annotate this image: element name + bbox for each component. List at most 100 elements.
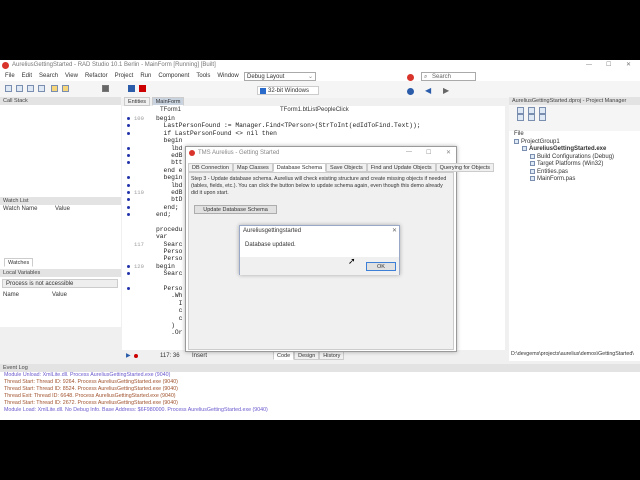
menu-refactor[interactable]: Refactor: [85, 73, 108, 79]
search-input[interactable]: ⌕ Search: [421, 72, 476, 81]
view-tab-history[interactable]: History: [319, 351, 345, 360]
maximize-button[interactable]: ☐: [606, 60, 611, 71]
menu-file[interactable]: File: [5, 73, 15, 79]
breakpoint-dot-icon[interactable]: [127, 146, 130, 150]
tab-entities[interactable]: Entities: [124, 97, 151, 106]
back-arrow-icon[interactable]: ◀: [425, 86, 431, 95]
close-button[interactable]: ✕: [392, 227, 397, 234]
record-macro-icon[interactable]: [134, 354, 138, 358]
code-text: LastPersonFound := Manager.Find<TPerson>…: [156, 122, 421, 130]
save-all-icon[interactable]: [38, 85, 45, 92]
breakpoint-dot-icon[interactable]: [127, 190, 130, 194]
breakpoint-dot-icon[interactable]: [127, 131, 130, 135]
line-number: 110: [134, 188, 144, 196]
tree-item[interactable]: Entities.pas: [509, 168, 640, 177]
step-description: Step 3 - Update database schema. Aureliu…: [191, 176, 447, 196]
code-text: I: [156, 299, 183, 307]
close-button[interactable]: ✕: [626, 60, 631, 71]
code-text: Perso: [156, 255, 183, 263]
view-tab-code[interactable]: Code: [273, 351, 295, 360]
view-tabs: Code Design History: [273, 351, 345, 361]
breakpoint-dot-icon[interactable]: [127, 264, 130, 268]
message-box-title: Aureliusgettingstarted: [243, 228, 302, 234]
refresh-icon[interactable]: [517, 114, 524, 122]
play-macro-icon[interactable]: ▶: [126, 351, 131, 361]
menu-window[interactable]: Window: [217, 73, 238, 79]
pm-tool-icon[interactable]: [528, 107, 535, 114]
breakpoint-dot-icon[interactable]: [127, 124, 130, 128]
breakpoint-dot-icon[interactable]: [127, 176, 130, 180]
menu-component[interactable]: Component: [158, 73, 189, 79]
message-text: Database updated.: [245, 242, 296, 248]
log-entry: Thread Start: Thread ID: 9264. Process A…: [4, 379, 178, 385]
tree-item[interactable]: AureliusGettingStarted.exe: [509, 146, 640, 154]
tab-mainform[interactable]: MainForm: [151, 97, 185, 106]
tree-item[interactable]: Build Configurations (Debug): [509, 153, 640, 162]
code-text: begin: [156, 262, 175, 270]
tree-node-icon: [530, 176, 535, 182]
app-icon: [189, 150, 195, 156]
code-text: procedu: [156, 225, 183, 233]
layout-combo[interactable]: Debug Layout ⌄: [244, 72, 316, 81]
breakpoint-dot-icon[interactable]: [127, 117, 130, 120]
save-icon[interactable]: [27, 85, 34, 92]
pm-tool-icon[interactable]: [528, 114, 535, 122]
code-line: 100 begin: [122, 115, 505, 122]
breakpoint-dot-icon[interactable]: [127, 213, 130, 217]
minimize-button[interactable]: —: [586, 60, 592, 71]
breakpoint-dot-icon[interactable]: [127, 153, 130, 157]
menu-edit[interactable]: Edit: [22, 73, 32, 79]
update-schema-button[interactable]: Update Database Schema: [194, 205, 277, 214]
open-project-icon[interactable]: [50, 85, 58, 92]
menu-view[interactable]: View: [65, 73, 78, 79]
open-icon[interactable]: [16, 85, 23, 92]
stop-icon[interactable]: [139, 85, 147, 92]
menu-tools[interactable]: Tools: [196, 73, 210, 79]
method-combo[interactable]: TForm1.btListPeopleClick: [280, 107, 349, 113]
tree-node-icon: [514, 138, 519, 144]
pm-tool-icon[interactable]: [517, 107, 524, 114]
view-tab-design[interactable]: Design: [294, 351, 320, 360]
tree-item[interactable]: Target Platforms (Win32): [509, 161, 640, 169]
pause-icon[interactable]: [128, 85, 136, 92]
chevron-down-icon: ⌄: [307, 74, 313, 80]
dialog-tab[interactable]: Save Objects: [326, 163, 367, 172]
watches-tab[interactable]: Watches: [4, 258, 34, 267]
add-file-icon[interactable]: [61, 85, 69, 92]
dialog-tab[interactable]: Find and Update Objects: [366, 163, 436, 172]
help-icon[interactable]: [407, 88, 414, 95]
class-combo[interactable]: TForm1: [160, 107, 181, 113]
breakpoint-dot-icon[interactable]: [127, 286, 130, 290]
tree-item[interactable]: ProjectGroup1: [509, 138, 640, 147]
menu-search[interactable]: Search: [39, 73, 58, 79]
breakpoint-dot-icon[interactable]: [127, 198, 130, 202]
pm-tool-icon[interactable]: [539, 114, 546, 122]
menu-project[interactable]: Project: [115, 73, 134, 79]
dialog-tab[interactable]: Querying for Objects: [435, 163, 495, 172]
maximize-button[interactable]: ☐: [426, 149, 431, 156]
close-button[interactable]: ✕: [446, 149, 451, 156]
dialog-tab[interactable]: DB Connection: [188, 163, 233, 172]
dialog-tab[interactable]: Database Schema: [272, 163, 327, 172]
breakpoint-dot-icon[interactable]: [127, 272, 130, 276]
process-combo[interactable]: Process is not accessible: [2, 279, 118, 288]
new-icon[interactable]: [5, 85, 12, 92]
ok-button[interactable]: OK: [366, 262, 396, 271]
code-text: begin: [156, 115, 175, 122]
run-icon[interactable]: [102, 85, 110, 92]
menu-run[interactable]: Run: [140, 73, 151, 79]
dialog-title: TMS Aurelius - Getting Started: [198, 150, 280, 156]
minimize-button[interactable]: —: [406, 149, 412, 155]
breakpoint-dot-icon[interactable]: [127, 161, 130, 165]
tree-item[interactable]: MainForm.pas: [509, 176, 640, 184]
ide-window: AureliusGettingStarted - RAD Studio 10.1…: [0, 60, 640, 420]
breakpoint-dot-icon[interactable]: [127, 183, 130, 187]
windows-icon: [260, 88, 266, 94]
dialog-tab[interactable]: Map Classes: [233, 163, 273, 172]
stop-all-icon[interactable]: [407, 74, 414, 81]
pm-tool-icon[interactable]: [539, 107, 546, 114]
platform-combo[interactable]: 32-bit Windows: [257, 86, 319, 95]
forward-arrow-icon[interactable]: ▶: [443, 86, 449, 95]
code-text: Searc: [156, 270, 183, 278]
breakpoint-dot-icon[interactable]: [127, 205, 130, 209]
